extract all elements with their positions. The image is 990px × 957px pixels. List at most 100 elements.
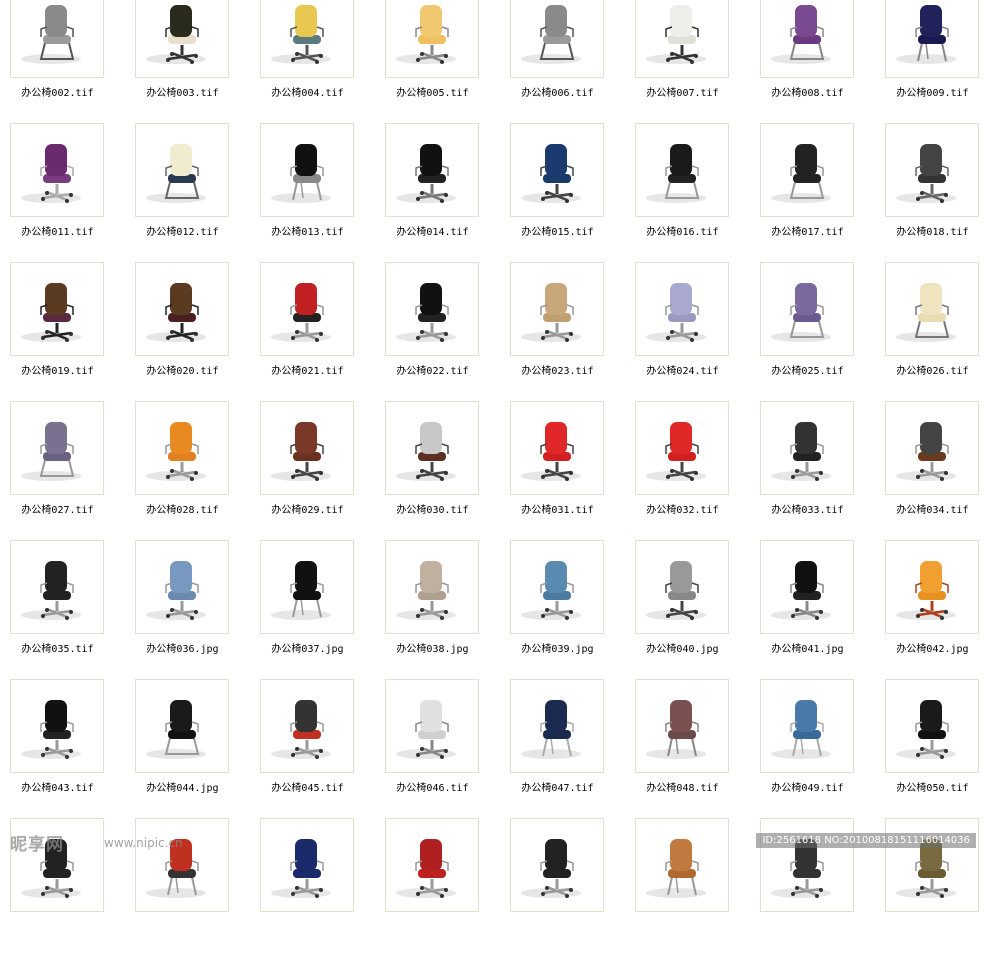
file-thumbnail[interactable]: [760, 679, 854, 773]
file-thumbnail[interactable]: [260, 540, 354, 634]
file-item[interactable]: 办公椅044.jpg: [125, 679, 250, 818]
file-item[interactable]: 办公椅013.tif: [250, 123, 375, 262]
file-thumbnail[interactable]: [260, 262, 354, 356]
file-item[interactable]: 办公椅050.tif: [875, 679, 990, 818]
file-thumbnail[interactable]: [135, 123, 229, 217]
file-item[interactable]: 办公椅003.tif: [125, 0, 250, 123]
file-thumbnail[interactable]: [385, 401, 479, 495]
file-thumbnail[interactable]: [510, 818, 604, 912]
file-item[interactable]: 办公椅045.tif: [250, 679, 375, 818]
file-item[interactable]: 办公椅019.tif: [0, 262, 125, 401]
file-thumbnail[interactable]: [135, 540, 229, 634]
file-item[interactable]: 办公椅020.tif: [125, 262, 250, 401]
file-thumbnail[interactable]: [135, 818, 229, 912]
file-item[interactable]: 办公椅014.tif: [375, 123, 500, 262]
file-thumbnail[interactable]: [385, 679, 479, 773]
file-item[interactable]: 办公椅034.tif: [875, 401, 990, 540]
file-item[interactable]: 办公椅027.tif: [0, 401, 125, 540]
file-thumbnail[interactable]: [135, 679, 229, 773]
file-item[interactable]: 办公椅028.tif: [125, 401, 250, 540]
file-thumbnail[interactable]: [510, 540, 604, 634]
file-item[interactable]: 办公椅024.tif: [625, 262, 750, 401]
file-item[interactable]: 办公椅005.tif: [375, 0, 500, 123]
file-thumbnail[interactable]: [885, 679, 979, 773]
file-thumbnail[interactable]: [635, 818, 729, 912]
file-thumbnail[interactable]: [510, 679, 604, 773]
file-thumbnail[interactable]: [10, 401, 104, 495]
file-thumbnail[interactable]: [10, 0, 104, 78]
file-item[interactable]: 办公椅016.tif: [625, 123, 750, 262]
file-item[interactable]: 办公椅008.tif: [750, 0, 875, 123]
file-item[interactable]: 办公椅037.jpg: [250, 540, 375, 679]
file-item[interactable]: 办公椅033.tif: [750, 401, 875, 540]
file-item[interactable]: 办公椅042.jpg: [875, 540, 990, 679]
file-thumbnail[interactable]: [385, 540, 479, 634]
file-item[interactable]: 办公椅018.tif: [875, 123, 990, 262]
file-thumbnail[interactable]: [385, 262, 479, 356]
file-thumbnail[interactable]: [885, 123, 979, 217]
file-item[interactable]: 办公椅012.tif: [125, 123, 250, 262]
file-thumbnail[interactable]: [510, 401, 604, 495]
file-item[interactable]: [625, 818, 750, 957]
file-thumbnail[interactable]: [10, 262, 104, 356]
file-item[interactable]: [500, 818, 625, 957]
file-thumbnail[interactable]: [135, 262, 229, 356]
file-thumbnail[interactable]: [635, 679, 729, 773]
file-thumbnail[interactable]: [385, 818, 479, 912]
file-thumbnail[interactable]: [760, 262, 854, 356]
file-thumbnail[interactable]: [10, 123, 104, 217]
file-item[interactable]: 办公椅038.jpg: [375, 540, 500, 679]
file-thumbnail[interactable]: [635, 540, 729, 634]
file-item[interactable]: 办公椅039.jpg: [500, 540, 625, 679]
file-item[interactable]: 办公椅032.tif: [625, 401, 750, 540]
file-thumbnail[interactable]: [635, 262, 729, 356]
file-item[interactable]: 办公椅017.tif: [750, 123, 875, 262]
file-item[interactable]: 办公椅007.tif: [625, 0, 750, 123]
file-thumbnail[interactable]: [885, 401, 979, 495]
file-thumbnail[interactable]: [510, 123, 604, 217]
file-item[interactable]: 办公椅046.tif: [375, 679, 500, 818]
file-item[interactable]: 办公椅009.tif: [875, 0, 990, 123]
file-item[interactable]: 办公椅036.jpg: [125, 540, 250, 679]
file-thumbnail[interactable]: [260, 123, 354, 217]
file-item[interactable]: 办公椅031.tif: [500, 401, 625, 540]
file-thumbnail[interactable]: [760, 401, 854, 495]
file-thumbnail[interactable]: [885, 540, 979, 634]
file-item[interactable]: 办公椅026.tif: [875, 262, 990, 401]
file-item[interactable]: 办公椅048.tif: [625, 679, 750, 818]
file-thumbnail[interactable]: [260, 401, 354, 495]
file-item[interactable]: 办公椅047.tif: [500, 679, 625, 818]
file-item[interactable]: 办公椅021.tif: [250, 262, 375, 401]
file-item[interactable]: 办公椅023.tif: [500, 262, 625, 401]
file-item[interactable]: 办公椅004.tif: [250, 0, 375, 123]
file-item[interactable]: 办公椅040.jpg: [625, 540, 750, 679]
file-item[interactable]: 办公椅035.tif: [0, 540, 125, 679]
file-thumbnail[interactable]: [760, 0, 854, 78]
file-thumbnail[interactable]: [260, 0, 354, 78]
file-item[interactable]: 办公椅015.tif: [500, 123, 625, 262]
file-thumbnail[interactable]: [885, 262, 979, 356]
file-thumbnail[interactable]: [885, 0, 979, 78]
file-thumbnail[interactable]: [760, 123, 854, 217]
file-thumbnail[interactable]: [635, 401, 729, 495]
file-item[interactable]: 办公椅025.tif: [750, 262, 875, 401]
file-thumbnail[interactable]: [385, 123, 479, 217]
file-thumbnail[interactable]: [10, 540, 104, 634]
file-item[interactable]: [375, 818, 500, 957]
file-item[interactable]: 办公椅022.tif: [375, 262, 500, 401]
file-item[interactable]: 办公椅006.tif: [500, 0, 625, 123]
file-item[interactable]: 办公椅002.tif: [0, 0, 125, 123]
file-thumbnail[interactable]: [510, 262, 604, 356]
file-item[interactable]: 办公椅049.tif: [750, 679, 875, 818]
file-item[interactable]: 办公椅011.tif: [0, 123, 125, 262]
file-item[interactable]: [250, 818, 375, 957]
file-thumbnail[interactable]: [635, 0, 729, 78]
file-thumbnail[interactable]: [635, 123, 729, 217]
file-item[interactable]: 办公椅043.tif: [0, 679, 125, 818]
file-thumbnail[interactable]: [135, 0, 229, 78]
file-thumbnail[interactable]: [760, 540, 854, 634]
file-item[interactable]: 办公椅041.jpg: [750, 540, 875, 679]
file-item[interactable]: 办公椅029.tif: [250, 401, 375, 540]
file-thumbnail[interactable]: [510, 0, 604, 78]
file-thumbnail[interactable]: [10, 679, 104, 773]
